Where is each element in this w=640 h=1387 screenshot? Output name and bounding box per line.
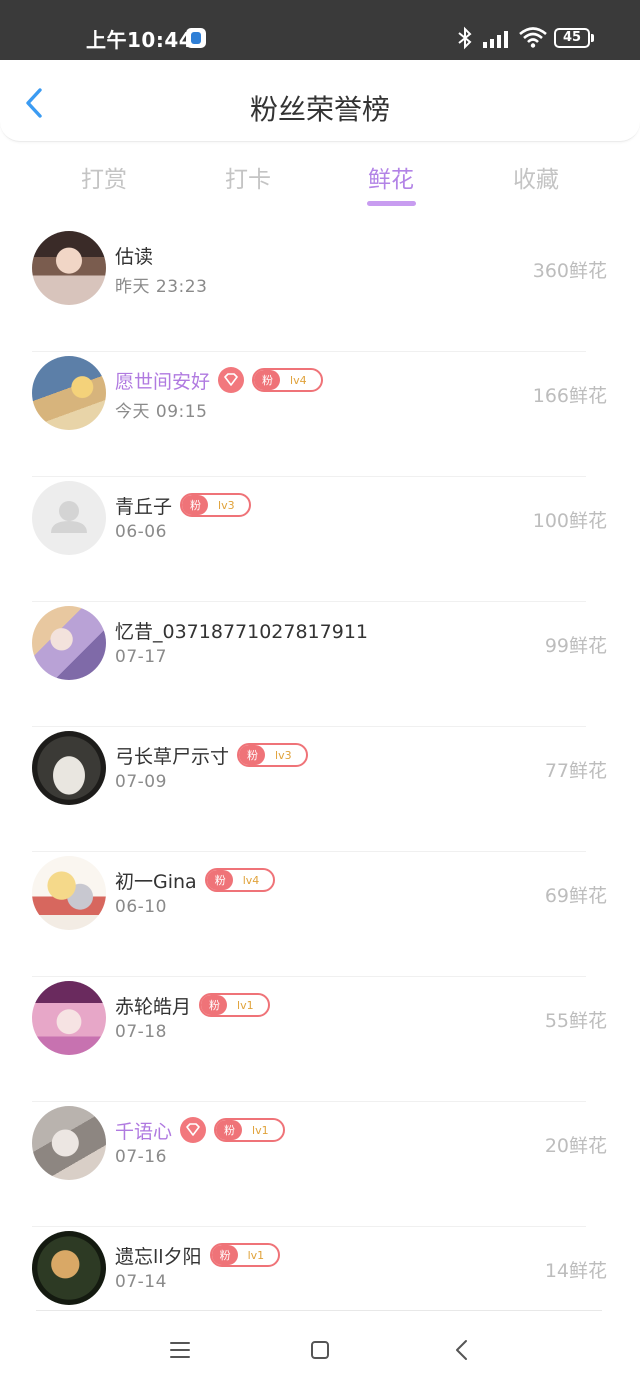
flower-count: 14鲜花	[544, 1260, 607, 1282]
status-bar: 上午10:44 45	[0, 0, 640, 60]
fan-badge-level: lv4	[242, 873, 260, 887]
list-item[interactable]: 愿世间安好 粉 lv4 今天 09:15 166鲜花	[0, 351, 640, 476]
timestamp: 06-10	[115, 897, 167, 917]
divider	[32, 726, 586, 727]
flower-count: 20鲜花	[544, 1135, 607, 1157]
divider	[32, 1226, 586, 1227]
active-tab-indicator	[367, 201, 416, 206]
user-name: 千语心	[115, 1120, 173, 1143]
fan-badge-tag: 粉	[211, 1245, 238, 1265]
app-notification-icon	[186, 28, 206, 48]
divider	[32, 351, 586, 352]
fan-badge-tag: 粉	[201, 995, 228, 1015]
home-icon[interactable]	[302, 1334, 338, 1366]
back-nav-icon[interactable]	[444, 1334, 480, 1366]
timestamp: 07-18	[115, 1022, 167, 1042]
fan-badge-tag: 粉	[239, 745, 266, 765]
user-name: 忆昔_037187710278179​11	[115, 620, 369, 643]
menu-icon[interactable]	[162, 1334, 198, 1366]
battery-icon: 45	[554, 28, 594, 48]
battery-level: 45	[554, 28, 590, 48]
status-time: 上午10:44	[86, 28, 194, 52]
divider	[32, 601, 586, 602]
tab-reward[interactable]: 打赏	[44, 160, 164, 194]
fan-level-badge: 粉 lv3	[180, 493, 251, 517]
fan-badge-level: lv3	[275, 748, 292, 762]
list-item[interactable]: 忆昔_037187710278179​11 07-17 99鲜花	[0, 601, 640, 726]
avatar[interactable]	[32, 231, 106, 305]
avatar[interactable]	[32, 606, 106, 680]
flower-count: 360鲜花	[532, 260, 607, 282]
flower-count: 100鲜花	[532, 510, 607, 532]
user-name: 青丘子	[115, 495, 173, 518]
list-item[interactable]: 弓长草尸示寸 粉 lv3 07-09 77鲜花	[0, 726, 640, 851]
avatar-placeholder[interactable]	[32, 481, 106, 555]
list-item[interactable]: 赤轮皓月 粉 lv1 07-18 55鲜花	[0, 976, 640, 1101]
fan-badge-tag: 粉	[182, 495, 209, 515]
divider	[32, 976, 586, 977]
avatar[interactable]	[32, 981, 106, 1055]
tab-checkin[interactable]: 打卡	[188, 160, 308, 194]
flower-count: 69鲜花	[544, 885, 607, 907]
fan-badge-level: lv4	[290, 373, 307, 387]
fan-level-badge: 粉 lv4	[204, 868, 276, 892]
divider	[32, 476, 586, 477]
fan-badge-level: lv1	[252, 1123, 269, 1137]
list-item[interactable]: 千语心 粉 lv1 07-16 20鲜花	[0, 1101, 640, 1226]
avatar[interactable]	[32, 856, 106, 930]
wifi-icon	[519, 27, 547, 48]
flower-count: 99鲜花	[544, 635, 607, 657]
fan-badge-tag: 粉	[254, 370, 281, 390]
tab-flowers[interactable]: 鲜花	[331, 160, 451, 194]
tab-favorites[interactable]: 收藏	[476, 160, 596, 194]
timestamp: 07-16	[115, 1147, 167, 1167]
fan-badge-level: lv1	[247, 1248, 265, 1262]
list-item[interactable]: 估读 昨天 23:23 360鲜花	[0, 226, 640, 351]
timestamp: 06-06	[115, 522, 167, 542]
timestamp: 07-17	[115, 647, 167, 667]
flower-count: 55鲜花	[544, 1010, 607, 1032]
user-name: 初一Gina	[115, 870, 197, 893]
page-title: 粉丝荣誉榜	[249, 93, 390, 126]
avatar[interactable]	[32, 1106, 106, 1180]
fan-badge-tag: 粉	[206, 870, 233, 890]
fan-level-badge: 粉 lv1	[209, 1243, 281, 1267]
timestamp: 昨天 23:23	[115, 277, 208, 297]
flower-count: 77鲜花	[544, 760, 607, 782]
divider	[32, 851, 586, 852]
fan-badge-level: lv1	[237, 998, 254, 1012]
diamond-icon	[180, 1117, 207, 1143]
divider	[32, 1101, 586, 1102]
fan-level-badge: 粉 lv1	[214, 1118, 285, 1142]
fan-level-badge: 粉 lv4	[252, 368, 323, 392]
avatar[interactable]	[32, 1231, 106, 1305]
user-name: 遗忘ll夕阳	[115, 1245, 202, 1268]
avatar[interactable]	[32, 356, 106, 430]
user-name: 弓长草尸示寸	[115, 745, 230, 768]
fan-level-badge: 粉 lv1	[199, 993, 270, 1017]
bluetooth-icon	[458, 26, 472, 50]
header: 粉丝荣誉榜	[0, 60, 640, 142]
divider	[36, 1310, 602, 1311]
avatar[interactable]	[32, 731, 106, 805]
tab-bar: 打赏 打卡 鲜花 收藏	[0, 148, 640, 218]
timestamp: 07-09	[115, 772, 167, 792]
signal-icon	[483, 31, 508, 48]
flower-count: 166鲜花	[532, 385, 607, 407]
diamond-icon	[218, 367, 245, 393]
timestamp: 07-14	[115, 1272, 167, 1292]
fan-level-badge: 粉 lv3	[237, 743, 308, 767]
fan-badge-tag: 粉	[216, 1120, 243, 1140]
user-name: 愿世间安好	[115, 370, 211, 393]
list-item[interactable]: 初一Gina 粉 lv4 06-10 69鲜花	[0, 851, 640, 976]
fan-badge-level: lv3	[218, 498, 235, 512]
user-name: 估读	[115, 245, 154, 268]
system-navigation-bar	[0, 1312, 640, 1387]
user-name: 赤轮皓月	[115, 995, 192, 1018]
user-placeholder-icon	[51, 501, 87, 533]
list-item[interactable]: 青丘子 粉 lv3 06-06 100鲜花	[0, 476, 640, 601]
timestamp: 今天 09:15	[115, 402, 208, 422]
